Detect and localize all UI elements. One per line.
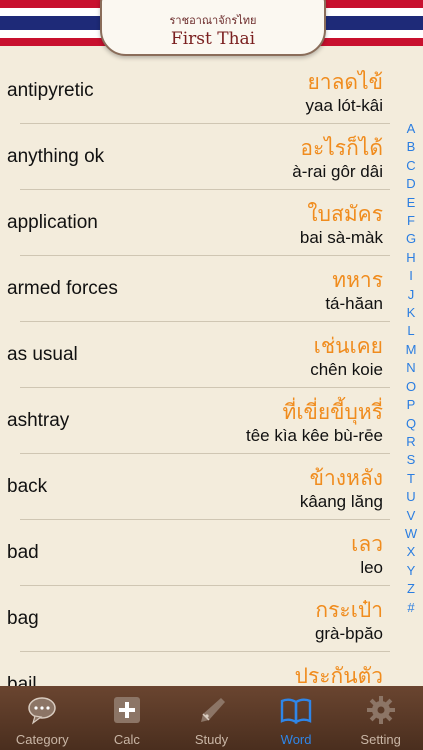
transliteration: bai sà-màk <box>299 228 383 247</box>
tab-word[interactable]: Word <box>254 686 339 750</box>
logo-thai-text: ราชอาณาจักรไทย <box>169 14 257 27</box>
tab-setting[interactable]: Setting <box>338 686 423 750</box>
word-list[interactable]: antipyretic ยาลดไข้ yaa lót-kâi anything ok… <box>0 58 423 686</box>
index-letter[interactable]: R <box>406 433 415 451</box>
tab-setting-label: Setting <box>360 732 401 747</box>
word-row[interactable]: bail ประกันตัว <box>0 652 400 686</box>
word-row[interactable]: bad เลว leo <box>0 520 400 586</box>
word-row[interactable]: application ใบสมัคร bai sà-màk <box>0 190 400 256</box>
transliteration: têe kìa kêe bù-rēe <box>245 426 383 445</box>
index-letter[interactable]: Q <box>406 415 416 433</box>
index-letter[interactable]: S <box>407 451 416 469</box>
tab-calc-label: Calc <box>113 732 140 747</box>
transliteration: grà-bpăo <box>314 624 383 643</box>
thai-word: เช่นเคย <box>313 334 383 358</box>
tab-word-label: Word <box>280 732 312 747</box>
thai-word: อะไรก็ได้ <box>300 136 383 160</box>
gear-icon <box>366 696 395 724</box>
tab-category[interactable]: Category <box>0 686 85 750</box>
thai-word: ยาลดไข้ <box>307 70 383 94</box>
transliteration: yaa lót-kâi <box>305 96 383 115</box>
word-row[interactable]: armed forces ทหาร tá-hăan <box>0 256 400 322</box>
speech-bubble-icon <box>28 697 57 725</box>
transliteration: à-rai gôr dâi <box>292 162 383 181</box>
tab-study-label: Study <box>194 732 229 747</box>
english-word: ashtray <box>7 410 70 431</box>
word-row[interactable]: ashtray ที่เขี่ยขี้บุหรี่ têe kìa kêe bù-r… <box>0 388 400 454</box>
index-letter[interactable]: X <box>407 543 416 561</box>
thai-word: ข้างหลัง <box>309 466 383 490</box>
index-letter[interactable]: J <box>408 286 415 304</box>
word-row[interactable]: as usual เช่นเคย chên koie <box>0 322 400 388</box>
thai-word: ทหาร <box>332 268 383 292</box>
word-row[interactable]: antipyretic ยาลดไข้ yaa lót-kâi <box>0 58 400 124</box>
index-letter[interactable]: D <box>406 175 415 193</box>
tab-category-label: Category <box>15 732 69 747</box>
index-letter[interactable]: C <box>406 157 415 175</box>
tab-study[interactable]: Study <box>169 686 254 750</box>
index-letter[interactable]: M <box>406 341 417 359</box>
index-letter[interactable]: N <box>406 359 415 377</box>
index-letter[interactable]: Y <box>407 562 416 580</box>
english-word: back <box>7 476 48 497</box>
logo-brand-text: First Thai <box>170 29 256 49</box>
thai-word: กระเป๋า <box>315 598 383 622</box>
index-letter[interactable]: L <box>407 322 414 340</box>
index-letter[interactable]: A <box>407 120 416 138</box>
app-logo: ราชอาณาจักรไทย First Thai <box>100 0 326 56</box>
word-row[interactable]: bag กระเป๋า grà-bpăo <box>0 586 400 652</box>
tab-calc[interactable]: Calc <box>85 686 170 750</box>
index-letter[interactable]: U <box>406 488 415 506</box>
transliteration: kâang lăng <box>299 492 383 511</box>
index-letter[interactable]: K <box>407 304 416 322</box>
index-letter[interactable]: V <box>407 507 416 525</box>
thai-word: เลว <box>351 532 383 556</box>
alphabet-index[interactable]: A B C D E F G H I J K L M N O P Q R S T U V W X Y Z # <box>403 120 419 617</box>
index-letter[interactable]: P <box>407 396 416 414</box>
word-row[interactable]: back ข้างหลัง kâang lăng <box>0 454 400 520</box>
open-book-icon <box>280 698 312 725</box>
index-letter[interactable]: O <box>406 378 416 396</box>
thai-word: ใบสมัคร <box>307 202 383 226</box>
pen-nib-icon <box>201 698 226 722</box>
plus-box-icon <box>113 697 140 723</box>
index-letter[interactable]: E <box>407 194 416 212</box>
thai-word: ประกันตัว <box>294 664 383 686</box>
transliteration: chên koie <box>310 360 383 379</box>
english-word: bail <box>7 674 37 686</box>
thai-word: ที่เขี่ยขี้บุหรี่ <box>282 400 384 424</box>
english-word: bag <box>7 608 39 629</box>
english-word: armed forces <box>7 278 118 299</box>
english-word: antipyretic <box>7 80 94 101</box>
index-letter[interactable]: W <box>405 525 417 543</box>
tab-bar: Category Calc Study Word Setting <box>0 686 423 750</box>
word-row[interactable]: anything ok อะไรก็ได้ à-rai gôr dâi <box>0 124 400 190</box>
index-letter[interactable]: B <box>407 138 416 156</box>
index-letter[interactable]: H <box>406 249 415 267</box>
index-letter[interactable]: F <box>407 212 415 230</box>
english-word: as usual <box>7 344 78 365</box>
index-letter[interactable]: # <box>407 599 414 617</box>
transliteration: tá-hăan <box>325 294 383 313</box>
header-flag-banner: ราชอาณาจักรไทย First Thai <box>0 0 423 56</box>
index-letter[interactable]: I <box>409 267 413 285</box>
index-letter[interactable]: G <box>406 230 416 248</box>
english-word: application <box>7 212 98 233</box>
english-word: bad <box>7 542 39 563</box>
transliteration: leo <box>360 558 383 577</box>
english-word: anything ok <box>7 146 105 167</box>
index-letter[interactable]: Z <box>407 580 415 598</box>
index-letter[interactable]: T <box>407 470 415 488</box>
